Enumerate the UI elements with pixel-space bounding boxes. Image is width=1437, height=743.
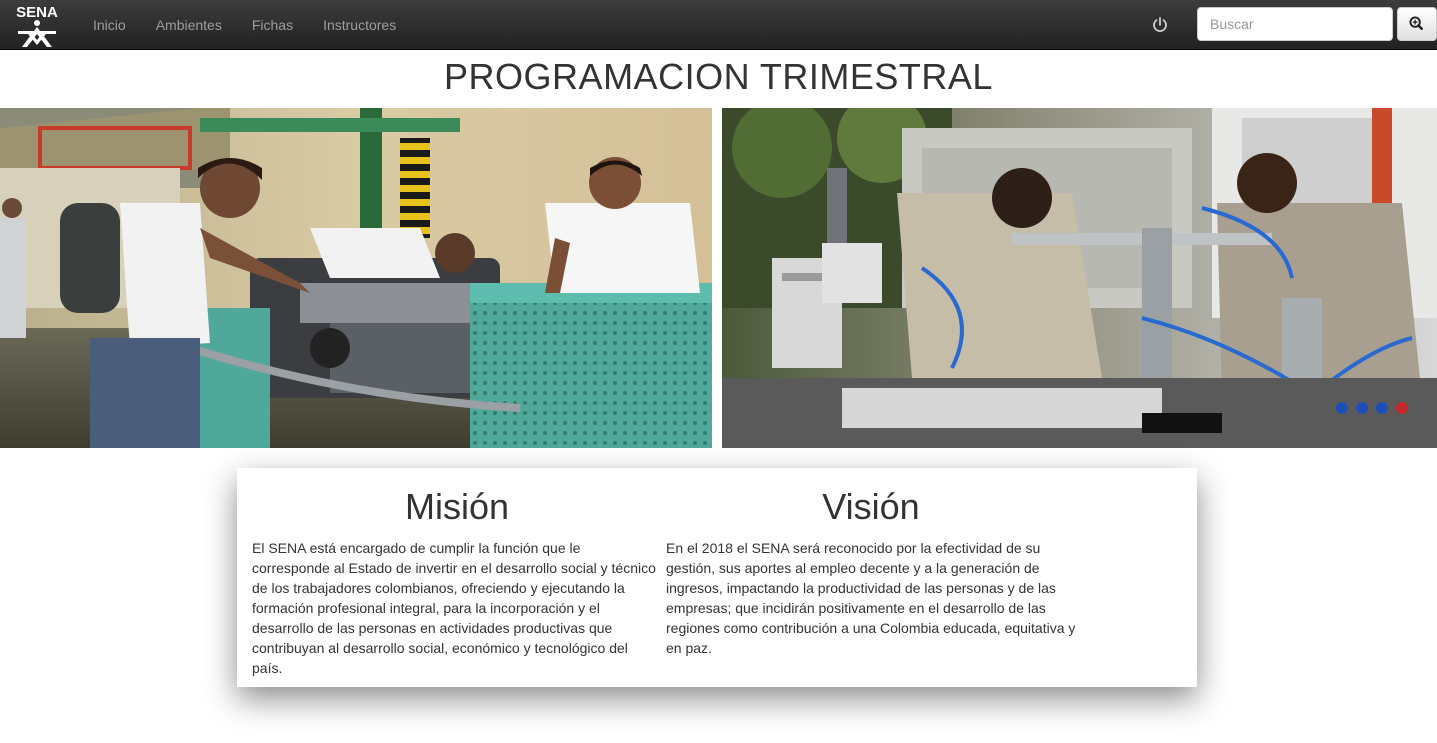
hero-image-engine-workshop (0, 108, 712, 448)
search-button[interactable] (1397, 7, 1437, 41)
mission-heading: Misión (404, 486, 510, 527)
nav-link-instructores[interactable]: Instructores (308, 0, 411, 50)
search-input[interactable] (1197, 7, 1393, 41)
nav-link-inicio[interactable]: Inicio (78, 0, 141, 50)
page-title: PROGRAMACION TRIMESTRAL (444, 56, 993, 97)
nav-link-ambientes[interactable]: Ambientes (141, 0, 237, 50)
nav-link-fichas[interactable]: Fichas (237, 0, 308, 50)
main-nav: Inicio Ambientes Fichas Instructores (78, 0, 411, 50)
brand-text: SENA (16, 4, 58, 21)
hero-image-automation-lab (722, 108, 1437, 448)
top-navbar: SENA Inicio Ambientes Fichas Instructore… (0, 0, 1437, 50)
mission-vision-card: Misión El SENA está encargado de cumplir… (237, 468, 1197, 687)
zoom-in-icon (1409, 16, 1423, 30)
vision-heading: Visión (822, 486, 920, 527)
sena-logo[interactable]: SENA (10, 1, 64, 49)
mission-text: El SENA está encargado de cumplir la fun… (252, 540, 656, 676)
vision-text: En el 2018 el SENA será reconocido por l… (666, 540, 1076, 656)
power-icon[interactable] (1150, 15, 1170, 35)
